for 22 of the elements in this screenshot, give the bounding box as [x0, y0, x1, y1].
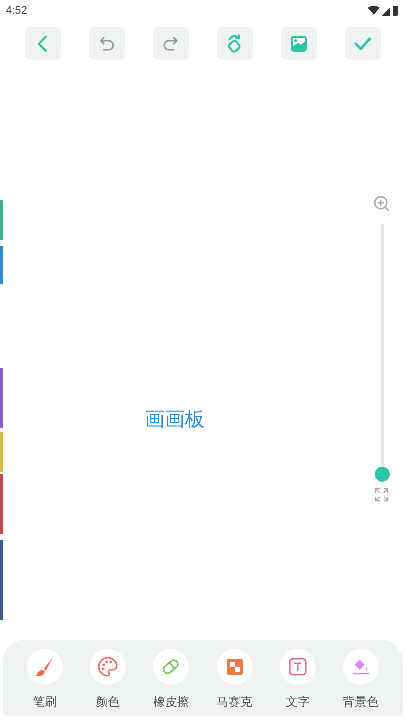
tool-button[interactable]: 橡皮擦 [151, 649, 192, 716]
confirm-button[interactable] [345, 27, 381, 60]
tool-button[interactable]: 马赛克 [214, 649, 255, 716]
image-icon [289, 34, 309, 54]
tool-button[interactable]: 颜色 [88, 649, 128, 716]
tool-button[interactable]: 背景色 [340, 649, 381, 716]
status-icons [368, 5, 400, 17]
tool-button[interactable]: 文字 [278, 649, 318, 716]
tool-button[interactable]: 笔刷 [25, 649, 65, 716]
back-button[interactable] [25, 27, 61, 60]
fit-screen-icon[interactable] [375, 488, 389, 502]
redo-button[interactable] [153, 27, 189, 60]
rotate-button[interactable] [217, 27, 253, 60]
text-icon [288, 657, 308, 677]
undo-button[interactable] [89, 27, 125, 60]
zoom-in-icon[interactable] [373, 195, 391, 213]
zoom-slider-thumb[interactable] [374, 467, 390, 482]
mosaic-icon [224, 657, 245, 677]
status-time: 4:52 [6, 4, 28, 19]
canvas-label: 画画板 [145, 408, 205, 433]
image-button[interactable] [281, 27, 317, 60]
palette-icon [97, 656, 120, 678]
